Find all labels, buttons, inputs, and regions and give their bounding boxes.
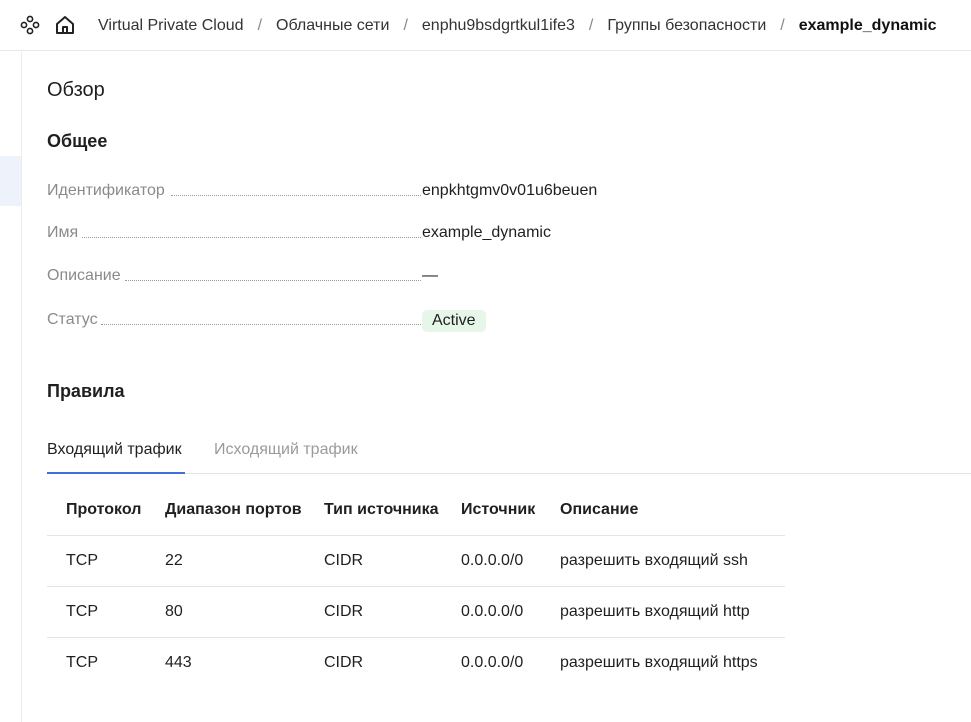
breadcrumb: Virtual Private Cloud / Облачные сети / …: [98, 0, 937, 51]
cell-port-range: 443: [165, 654, 192, 671]
property-row-id: Идентификатор enpkhtgmv0v01u6beuen: [47, 178, 597, 200]
property-key: Статус: [47, 311, 98, 328]
breadcrumb-security-groups[interactable]: Группы безопасности: [607, 17, 766, 35]
cell-source: 0.0.0.0/0: [461, 552, 524, 569]
status-badge: Active: [422, 310, 486, 332]
cell-source: 0.0.0.0/0: [461, 654, 524, 671]
tab-ingress[interactable]: Входящий трафик: [47, 441, 185, 474]
property-key: Описание: [47, 267, 121, 284]
breadcrumb-separator: /: [403, 16, 408, 34]
top-header: Virtual Private Cloud / Облачные сети / …: [0, 0, 971, 51]
cell-port-range: 22: [165, 552, 183, 569]
breadcrumb-separator: /: [780, 16, 785, 34]
table-header-row: Протокол Диапазон портов Тип источника И…: [47, 485, 785, 536]
breadcrumb-cloud-networks[interactable]: Облачные сети: [276, 17, 389, 35]
column-header-port-range: Диапазон портов: [165, 501, 302, 518]
breadcrumb-separator: /: [588, 16, 594, 34]
property-row-name: Имя example_dynamic: [47, 220, 551, 242]
cell-port-range: 80: [165, 603, 183, 620]
dotted-leader: [101, 324, 421, 325]
breadcrumb-vpc[interactable]: Virtual Private Cloud: [98, 17, 244, 35]
cell-source: 0.0.0.0/0: [461, 603, 524, 620]
property-row-status: Статус Active: [47, 306, 486, 332]
column-header-protocol: Протокол: [66, 501, 142, 518]
property-row-description: Описание —: [47, 263, 467, 285]
property-key: Идентификатор: [47, 182, 165, 199]
page-title: Обзор: [47, 79, 105, 101]
table-row[interactable]: TCP 80 CIDR 0.0.0.0/0 разрешить входящий…: [47, 587, 785, 638]
dotted-leader: [82, 237, 421, 238]
property-value: example_dynamic: [422, 224, 551, 241]
breadcrumb-network-id[interactable]: enphu9bsdgrtkul1ife3: [422, 17, 575, 35]
cell-source-type: CIDR: [324, 603, 364, 620]
table-row[interactable]: TCP 22 CIDR 0.0.0.0/0 разрешить входящий…: [47, 536, 785, 587]
column-header-source: Источник: [461, 501, 536, 518]
cell-protocol: TCP: [66, 603, 98, 620]
dotted-leader: [125, 280, 421, 281]
column-header-description: Описание: [560, 501, 639, 518]
cell-description: разрешить входящий ssh: [560, 552, 748, 569]
table-row[interactable]: TCP 443 CIDR 0.0.0.0/0 разрешить входящи…: [47, 638, 785, 689]
rules-table: Протокол Диапазон портов Тип источника И…: [47, 485, 785, 689]
cell-source-type: CIDR: [324, 654, 364, 671]
home-icon[interactable]: [53, 13, 77, 37]
property-key: Имя: [47, 224, 79, 241]
property-value: enpkhtgmv0v01u6beuen: [422, 182, 598, 199]
cell-description: разрешить входящий https: [560, 654, 758, 671]
sidebar-active-item[interactable]: [0, 156, 21, 206]
property-value: —: [422, 267, 438, 284]
left-sidebar-rail: [0, 52, 22, 722]
dotted-leader: [171, 195, 421, 196]
cell-protocol: TCP: [66, 552, 98, 569]
cell-description: разрешить входящий http: [560, 603, 750, 620]
section-title-rules: Правила: [47, 381, 125, 401]
section-title-general: Общее: [47, 131, 108, 151]
tab-egress[interactable]: Исходящий трафик: [214, 441, 358, 474]
cell-source-type: CIDR: [324, 552, 364, 569]
traffic-tabs: Входящий трафик Исходящий трафик: [47, 437, 971, 474]
breadcrumb-separator: /: [257, 16, 263, 34]
services-grid-icon[interactable]: [18, 13, 42, 37]
breadcrumb-current: example_dynamic: [798, 16, 937, 34]
cell-protocol: TCP: [66, 654, 98, 671]
column-header-source-type: Тип источника: [324, 501, 439, 518]
